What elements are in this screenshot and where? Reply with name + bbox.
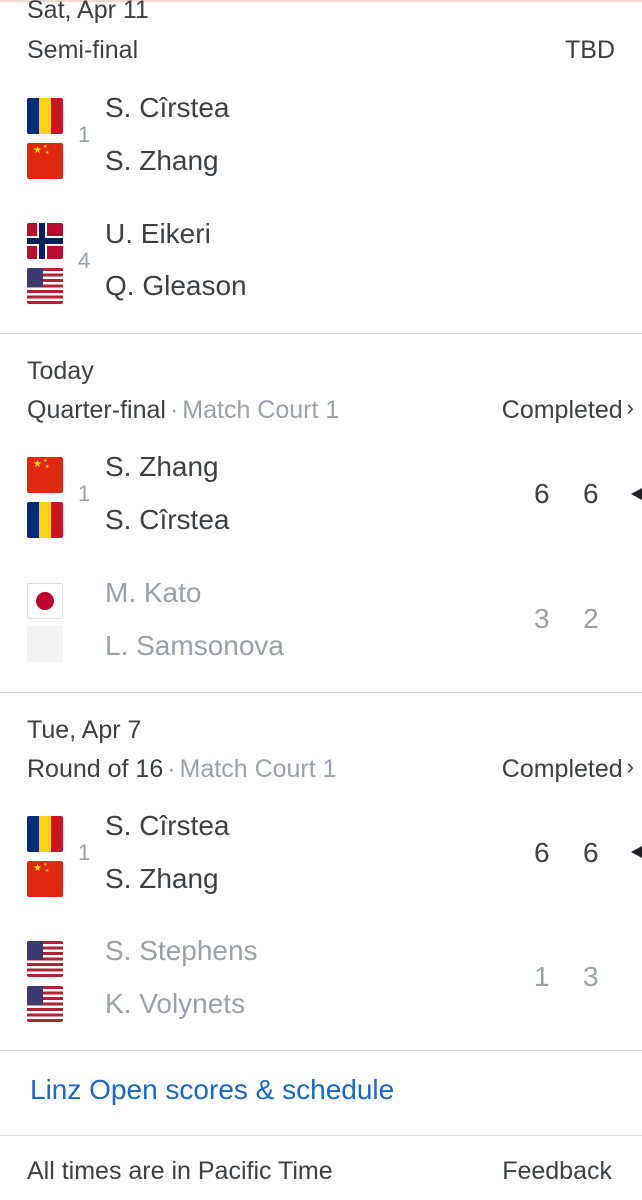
player-name: K. Volynets	[105, 988, 246, 1019]
norway-flag-icon	[27, 223, 63, 259]
round-name: Quarter-final	[27, 396, 166, 424]
set-score: 3	[534, 603, 550, 634]
seed-number: 4	[78, 248, 91, 273]
player-name: S. Zhang	[105, 863, 219, 894]
romania-flag-icon	[27, 816, 63, 852]
set-score: 6	[534, 837, 550, 868]
player-name: U. Eikeri	[105, 218, 211, 249]
set-score: 2	[583, 603, 599, 634]
separator-dot: ·	[169, 396, 179, 424]
date-heading: Today	[27, 357, 94, 385]
round-label: Round of 16 · Match Court 1	[27, 755, 337, 784]
seed-number: 1	[78, 840, 91, 865]
section-divider	[0, 1135, 642, 1136]
china-flag-icon: ★ ★ ★	[27, 143, 63, 179]
match-status: TBD	[565, 36, 615, 64]
feedback-link[interactable]: Feedback	[502, 1157, 612, 1186]
round-name: Round of 16	[27, 755, 164, 783]
set-score: 6	[534, 478, 550, 509]
player-name: S. Zhang	[105, 451, 219, 482]
timezone-note: All times are in Pacific Time	[27, 1157, 333, 1185]
winner-arrow-icon	[631, 846, 642, 858]
status-label: Completed	[501, 396, 623, 424]
set-score: 3	[583, 961, 599, 992]
court-name: Match Court 1	[182, 396, 340, 424]
seed-number: 1	[78, 481, 91, 506]
section-divider	[0, 692, 642, 693]
china-flag-icon: ★ ★ ★	[27, 457, 63, 493]
seed-number: 1	[78, 122, 91, 147]
match-status-link[interactable]: Completed ›	[501, 754, 634, 784]
set-score: 1	[534, 961, 550, 992]
player-name: L. Samsonova	[105, 630, 284, 661]
player-name: Q. Gleason	[105, 270, 247, 301]
match-status-link[interactable]: Completed ›	[501, 395, 634, 425]
china-flag-icon: ★ ★ ★	[27, 861, 63, 897]
chevron-right-icon: ›	[626, 754, 634, 779]
set-score: 6	[583, 478, 599, 509]
japan-flag-icon	[27, 583, 63, 619]
player-name: S. Stephens	[105, 935, 258, 966]
usa-flag-icon	[27, 941, 63, 977]
date-heading: Sat, Apr 11	[27, 0, 149, 24]
round-label: Quarter-final · Match Court 1	[27, 396, 339, 425]
blank-flag-icon	[27, 626, 63, 662]
scores-schedule-link[interactable]: Linz Open scores & schedule	[30, 1074, 394, 1106]
player-name: M. Kato	[105, 577, 202, 608]
section-divider	[0, 1050, 642, 1051]
court-name: Match Court 1	[179, 755, 337, 783]
chevron-right-icon: ›	[626, 395, 634, 420]
separator-dot: ·	[167, 755, 176, 783]
set-score: 6	[583, 837, 599, 868]
usa-flag-icon	[27, 268, 63, 304]
player-name: S. Zhang	[105, 145, 219, 176]
winner-arrow-icon	[631, 488, 642, 500]
player-name: S. Cîrstea	[105, 92, 230, 123]
section-divider	[0, 333, 642, 334]
usa-flag-icon	[27, 986, 63, 1022]
romania-flag-icon	[27, 502, 63, 538]
romania-flag-icon	[27, 98, 63, 134]
status-label: Completed	[501, 755, 623, 783]
player-name: S. Cîrstea	[105, 810, 230, 841]
player-name: S. Cîrstea	[105, 504, 230, 535]
round-label: Semi-final	[27, 36, 139, 64]
date-heading: Tue, Apr 7	[27, 716, 142, 744]
